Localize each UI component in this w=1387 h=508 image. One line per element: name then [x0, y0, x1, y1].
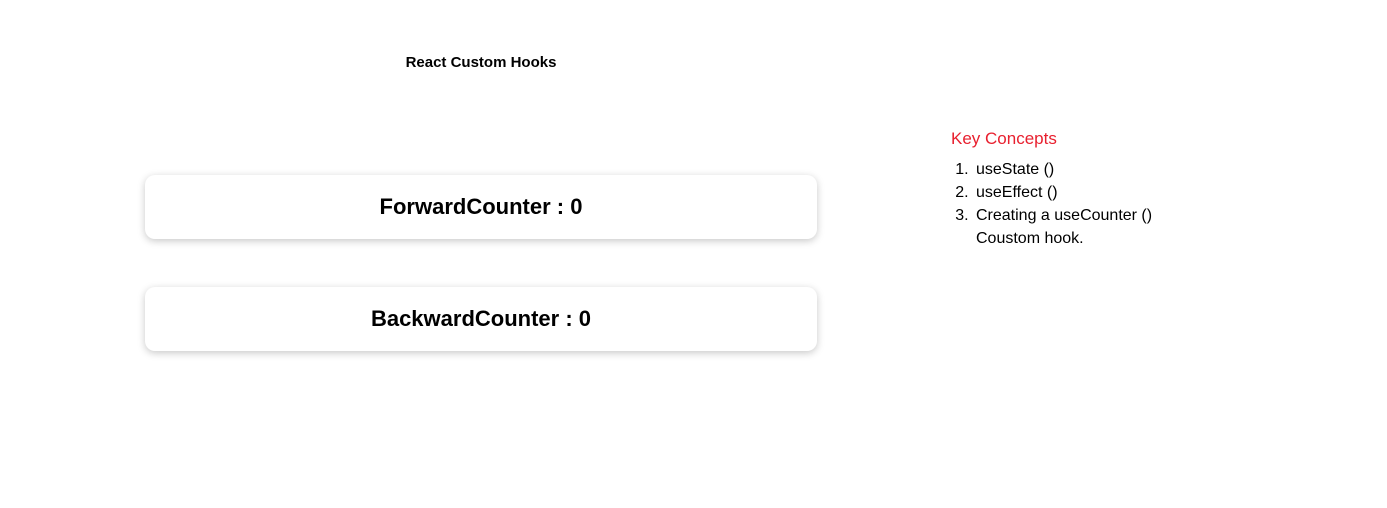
backward-counter-value: 0 — [578, 306, 592, 331]
forward-counter-card: ForwardCounter : 0 — [145, 175, 817, 239]
concept-item-useeffect: useEffect () — [973, 181, 1251, 204]
forward-counter-separator: : — [550, 194, 571, 219]
concept-item-usecounter: Creating a useCounter () Coustom hook. — [973, 204, 1191, 250]
backward-counter-text: BackwardCounter : 0 — [371, 306, 591, 332]
forward-counter-label: ForwardCounter — [379, 194, 551, 219]
concept-item-usestate: useState () — [973, 158, 1251, 181]
key-concepts-list: useState () useEffect () Creating a useC… — [951, 158, 1251, 250]
page-title: React Custom Hooks — [405, 54, 557, 71]
forward-counter-text: ForwardCounter : 0 — [380, 194, 583, 220]
page: React Custom Hooks ForwardCounter : 0 Ba… — [0, 0, 1387, 508]
key-concepts-panel: Key Concepts useState () useEffect () Cr… — [951, 128, 1251, 250]
backward-counter-card: BackwardCounter : 0 — [145, 287, 817, 351]
backward-counter-separator: : — [559, 306, 579, 331]
key-concepts-title: Key Concepts — [951, 129, 1057, 148]
backward-counter-label: BackwardCounter — [370, 306, 560, 331]
forward-counter-value: 0 — [570, 194, 583, 219]
